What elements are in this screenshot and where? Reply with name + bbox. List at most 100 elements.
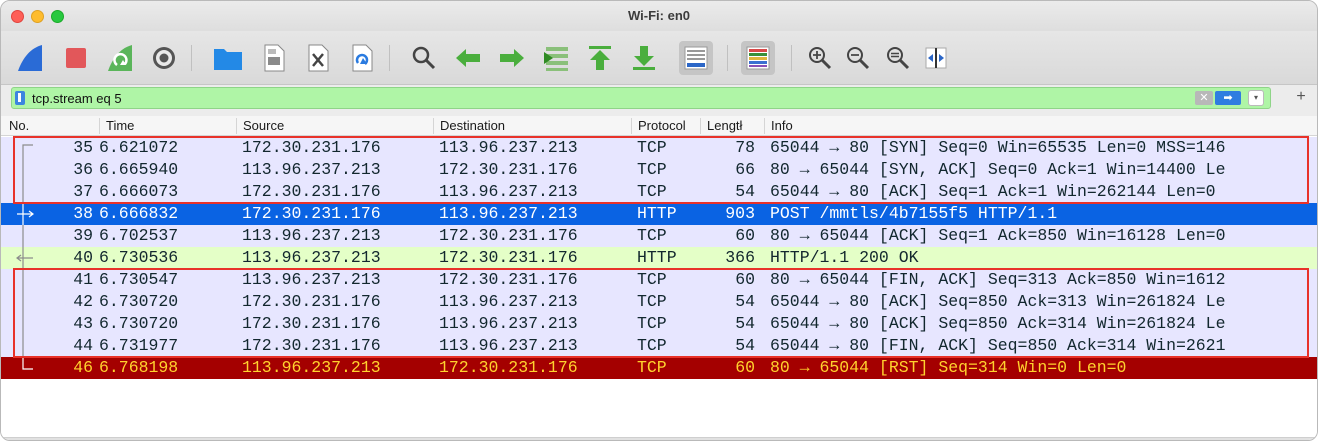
packet-info: 80 → 65044 [SYN, ACK] Seq=0 Ack=1 Win=14… [770, 160, 1226, 179]
packet-info: 65044 → 80 [FIN, ACK] Seq=850 Ack=314 Wi… [770, 336, 1226, 355]
packet-number: 41 [73, 270, 93, 289]
packet-row[interactable]: 37 6.666073 172.30.231.176 113.96.237.213 TC… [1, 181, 1317, 203]
capture-options-icon [151, 45, 177, 71]
column-header-info[interactable]: Info [764, 118, 1317, 134]
find-packet-button[interactable] [407, 41, 441, 75]
packet-source: 113.96.237.213 [242, 248, 381, 267]
packet-number: 39 [73, 226, 93, 245]
resize-columns-button[interactable] [919, 41, 953, 75]
packet-row[interactable]: 43 6.730720 172.30.231.176 113.96.237.213 TC… [1, 313, 1317, 335]
packet-list-header: No. Time Source Destination Protocol Len… [1, 116, 1317, 136]
restart-capture-icon [105, 43, 135, 73]
packet-number: 40 [73, 248, 93, 267]
packet-length: 60 [735, 226, 755, 245]
packet-number: 43 [73, 314, 93, 333]
packet-length: 903 [725, 204, 755, 223]
packet-info: 65044 → 80 [ACK] Seq=850 Ack=314 Win=261… [770, 314, 1226, 333]
packet-number: 44 [73, 336, 93, 355]
column-header-length[interactable]: Lengtł [700, 118, 764, 134]
clear-filter-button[interactable]: ✕ [1195, 91, 1213, 105]
display-filter-bar: ✕ ➡ ▾ [11, 87, 1271, 109]
packet-row[interactable]: 44 6.731977 172.30.231.176 113.96.237.213 TC… [1, 335, 1317, 357]
packet-row[interactable]: 39 6.702537 113.96.237.213 172.30.231.176 TC… [1, 225, 1317, 247]
display-filter-input[interactable] [32, 89, 1172, 107]
packet-number: 37 [73, 182, 93, 201]
colorize-button[interactable] [741, 41, 775, 75]
packet-source: 172.30.231.176 [242, 204, 381, 223]
packet-row[interactable]: 41 6.730547 113.96.237.213 172.30.231.176 TC… [1, 269, 1317, 291]
packet-protocol: TCP [637, 358, 667, 377]
close-file-button[interactable] [301, 41, 335, 75]
packet-length: 54 [735, 314, 755, 333]
wireshark-window: Wi-Fi: en0 tcp.stream eq 5 ✕ ➡ ▾ + No. T… [0, 0, 1318, 441]
pane-splitter[interactable] [1, 437, 1317, 440]
column-header-destination[interactable]: Destination [433, 118, 631, 134]
filter-bookmark-icon[interactable] [15, 91, 25, 105]
conversation-indicator-icon [22, 159, 24, 181]
zoom-out-button[interactable] [841, 41, 875, 75]
go-last-packet-button[interactable] [627, 41, 661, 75]
column-header-protocol[interactable]: Protocol [631, 118, 700, 134]
capture-options-button[interactable] [147, 41, 181, 75]
go-first-packet-button[interactable] [583, 41, 617, 75]
packet-protocol: TCP [637, 270, 667, 289]
go-to-packet-icon [542, 44, 570, 72]
packet-length: 60 [735, 358, 755, 377]
packet-row[interactable]: 35 6.621072 172.30.231.176 113.96.237.213 TC… [1, 137, 1317, 159]
normal-size-button[interactable] [881, 41, 915, 75]
packet-number: 36 [73, 160, 93, 179]
packet-row[interactable]: 36 6.665940 113.96.237.213 172.30.231.176 TC… [1, 159, 1317, 181]
conversation-indicator-icon [22, 144, 33, 159]
packet-protocol: TCP [637, 182, 667, 201]
zoom-in-icon [807, 45, 833, 71]
go-forward-icon [498, 47, 526, 69]
column-header-source[interactable]: Source [236, 118, 433, 134]
go-back-icon [454, 47, 482, 69]
start-capture-button[interactable] [13, 41, 47, 75]
autoscroll-icon [682, 44, 710, 72]
column-header-time[interactable]: Time [99, 118, 236, 134]
packet-time: 6.621072 [99, 138, 179, 157]
window-title: Wi-Fi: en0 [628, 8, 690, 23]
packet-length: 60 [735, 270, 755, 289]
packet-info: 65044 → 80 [ACK] Seq=1 Ack=1 Win=262144 … [770, 182, 1216, 201]
conversation-indicator-icon [22, 269, 24, 291]
reload-file-button[interactable] [345, 41, 379, 75]
stop-capture-button[interactable] [59, 41, 93, 75]
zoom-in-button[interactable] [803, 41, 837, 75]
packet-row[interactable]: 38 6.666832 172.30.231.176 113.96.237.213 HT… [1, 203, 1317, 225]
toolbar-separator [191, 45, 192, 71]
packet-destination: 172.30.231.176 [439, 270, 578, 289]
packet-row[interactable]: 46 6.768198 113.96.237.213 172.30.231.176 TC… [1, 357, 1317, 379]
autoscroll-button[interactable] [679, 41, 713, 75]
packet-row[interactable]: 42 6.730720 172.30.231.176 113.96.237.213 TC… [1, 291, 1317, 313]
packet-time: 6.730720 [99, 292, 179, 311]
restart-capture-button[interactable] [103, 41, 137, 75]
toolbar-separator [791, 45, 792, 71]
packet-source: 113.96.237.213 [242, 226, 381, 245]
go-back-button[interactable] [451, 41, 485, 75]
packet-source: 172.30.231.176 [242, 292, 381, 311]
add-filter-button[interactable]: + [1293, 87, 1309, 107]
packet-info: 65044 → 80 [SYN] Seq=0 Win=65535 Len=0 M… [770, 138, 1226, 157]
open-file-button[interactable] [211, 41, 245, 75]
normal-size-icon [885, 45, 911, 71]
packet-destination: 172.30.231.176 [439, 160, 578, 179]
packet-protocol: TCP [637, 314, 667, 333]
go-forward-button[interactable] [495, 41, 529, 75]
packet-row[interactable]: 40 6.730536 113.96.237.213 172.30.231.176 HT… [1, 247, 1317, 269]
colorize-icon [744, 44, 772, 72]
go-to-packet-button[interactable] [539, 41, 573, 75]
packet-destination: 113.96.237.213 [439, 336, 578, 355]
main-toolbar [1, 31, 1317, 85]
start-capture-icon [15, 43, 45, 73]
go-last-icon [631, 44, 657, 72]
save-file-button[interactable] [257, 41, 291, 75]
packet-destination: 172.30.231.176 [439, 226, 578, 245]
column-header-no[interactable]: No. [1, 118, 99, 134]
apply-filter-button[interactable]: ➡ [1215, 91, 1241, 105]
packet-length: 66 [735, 160, 755, 179]
filter-history-dropdown[interactable]: ▾ [1248, 90, 1264, 106]
packet-protocol: TCP [637, 138, 667, 157]
save-file-icon [262, 44, 286, 72]
